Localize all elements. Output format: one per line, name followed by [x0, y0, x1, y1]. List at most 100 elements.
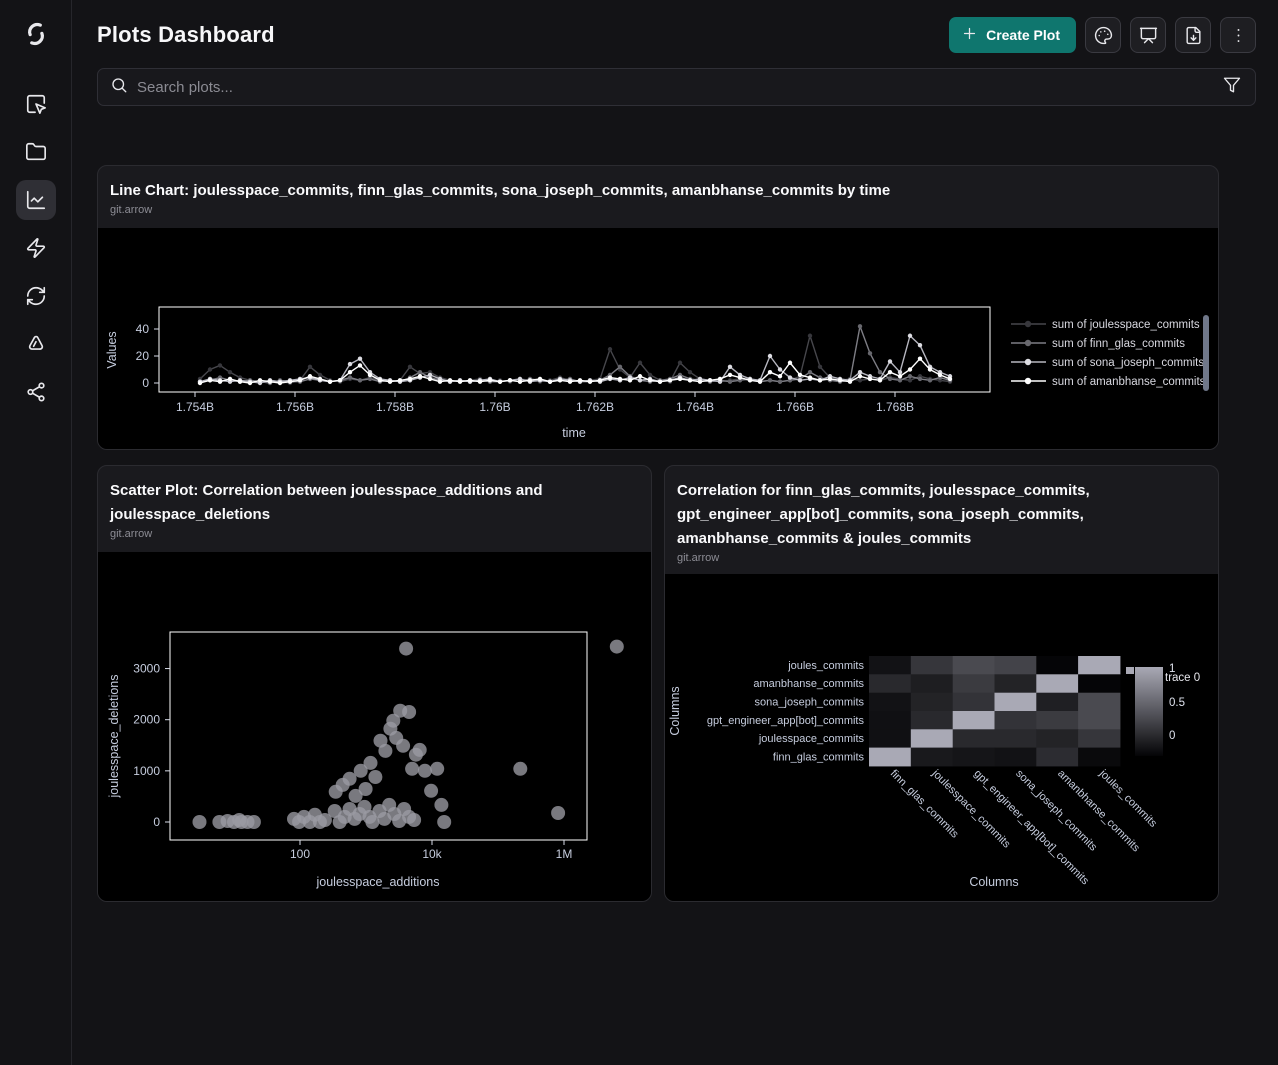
svg-text:Values: Values — [105, 331, 119, 368]
svg-text:trace 0: trace 0 — [1165, 672, 1200, 684]
heatmap-chart-canvas[interactable]: joules_commits amanbhanse_commits sona_jos… — [665, 574, 1218, 901]
scatter-chart-canvas[interactable]: 10010k1M0100020003000joulesspace_additio… — [98, 552, 651, 901]
plot-card-heatmap[interactable]: Correlation for finn_glas_commits, joule… — [664, 465, 1219, 902]
palette-icon — [1094, 26, 1113, 45]
svg-text:sum of finn_glas_commits: sum of finn_glas_commits — [1052, 338, 1185, 350]
lambda-icon — [25, 333, 47, 355]
filter-icon[interactable] — [1223, 76, 1241, 99]
more-button[interactable] — [1220, 17, 1256, 53]
folder-icon — [25, 141, 47, 163]
svg-text:amanbhanse_commits: amanbhanse_commits — [1055, 768, 1142, 855]
line-chart-svg: 1.754B 1.756B 1.758B 1.76B 1.762B 1.764B 1.766… — [98, 228, 1218, 449]
svg-text:gpt_engineer_app[bot]_commits: gpt_engineer_app[bot]_commits — [707, 715, 865, 727]
sidebar-item-share[interactable] — [16, 372, 56, 412]
svg-text:3000: 3000 — [133, 662, 160, 676]
sidebar-item-actions[interactable] — [16, 228, 56, 268]
theme-button[interactable] — [1085, 17, 1121, 53]
heatmap-chart-svg: joules_commits amanbhanse_commits sona_jos… — [665, 574, 1218, 901]
svg-text:joulesspace_commits: joulesspace_commits — [758, 733, 865, 745]
heatmap-cells — [869, 656, 1120, 766]
svg-text:Columns: Columns — [969, 875, 1018, 889]
plots-grid: Line Chart: joulesspace_commits, finn_gl… — [97, 165, 1219, 902]
svg-text:joulesspace_deletions: joulesspace_deletions — [107, 674, 121, 798]
card-title: Line Chart: joulesspace_commits, finn_gl… — [110, 179, 1206, 203]
search-input[interactable] — [137, 79, 1214, 96]
svg-text:2000: 2000 — [133, 713, 160, 727]
sidebar-item-plots[interactable] — [16, 180, 56, 220]
sidebar-item-select[interactable] — [16, 84, 56, 124]
card-title: Scatter Plot: Correlation between joules… — [110, 479, 639, 527]
create-plot-label: Create Plot — [986, 27, 1060, 43]
card-header: Correlation for finn_glas_commits, joule… — [665, 466, 1218, 574]
legend: sum of joulesspace_commitssum of finn_gl… — [1011, 319, 1206, 388]
colorbar — [1135, 667, 1163, 756]
svg-text:0: 0 — [142, 376, 149, 390]
svg-text:Columns: Columns — [668, 686, 682, 735]
svg-text:joulesspace_commits: joulesspace_commits — [929, 767, 1013, 851]
search-icon — [110, 76, 128, 99]
export-button[interactable] — [1175, 17, 1211, 53]
plus-icon — [961, 25, 978, 42]
zap-icon — [25, 237, 47, 259]
svg-text:1000: 1000 — [133, 764, 160, 778]
svg-text:1.762B: 1.762B — [576, 400, 614, 414]
sidebar-item-sync[interactable] — [16, 276, 56, 316]
search-icon — [110, 76, 128, 94]
svg-text:1.754B: 1.754B — [176, 400, 214, 414]
svg-text:1M: 1M — [556, 847, 573, 861]
svg-text:1.766B: 1.766B — [776, 400, 814, 414]
refresh-icon — [25, 285, 47, 307]
card-subtitle: git.arrow — [677, 552, 1206, 564]
svg-text:amanbhanse_commits: amanbhanse_commits — [753, 678, 864, 690]
header-actions: Create Plot — [949, 17, 1256, 53]
sidebar-item-functions[interactable] — [16, 324, 56, 364]
sidebar — [0, 0, 72, 1065]
file-download-icon — [1184, 26, 1203, 45]
scatter-points — [193, 640, 624, 829]
line-chart-canvas[interactable]: 1.754B 1.756B 1.758B 1.76B 1.762B 1.764B 1.766… — [98, 228, 1218, 449]
svg-text:1.764B: 1.764B — [676, 400, 714, 414]
app-logo[interactable] — [16, 14, 56, 54]
presentation-icon — [1139, 26, 1158, 45]
legend-scrollbar[interactable] — [1203, 315, 1209, 391]
present-button[interactable] — [1130, 17, 1166, 53]
chart-line-icon — [25, 189, 47, 211]
plot-card-scatter[interactable]: Scatter Plot: Correlation between joules… — [97, 465, 652, 902]
svg-text:0.5: 0.5 — [1169, 697, 1185, 709]
card-subtitle: git.arrow — [110, 528, 639, 540]
svg-text:joules_commits: joules_commits — [787, 660, 864, 672]
main-content: Plots Dashboard Create Plot Line Chart: … — [72, 0, 1278, 1065]
svg-text:1.76B: 1.76B — [479, 400, 510, 414]
svg-text:sum of sona_joseph_commits: sum of sona_joseph_commits — [1052, 357, 1204, 369]
scatter-chart-svg: 10010k1M0100020003000joulesspace_additio… — [98, 552, 651, 901]
svg-text:sona_joseph_commits: sona_joseph_commits — [755, 696, 865, 708]
svg-text:20: 20 — [136, 349, 150, 363]
card-title: Correlation for finn_glas_commits, joule… — [677, 479, 1206, 551]
swirl-logo — [21, 19, 51, 49]
header: Plots Dashboard Create Plot — [97, 17, 1256, 53]
svg-text:1.758B: 1.758B — [376, 400, 414, 414]
create-plot-button[interactable]: Create Plot — [949, 17, 1076, 53]
sidebar-nav — [16, 84, 56, 412]
share-icon — [25, 381, 47, 403]
svg-text:joulesspace_additions: joulesspace_additions — [315, 875, 439, 889]
svg-text:finn_glas_commits: finn_glas_commits — [773, 751, 865, 763]
svg-text:sum of joulesspace_commits: sum of joulesspace_commits — [1052, 319, 1200, 331]
plot-card-line[interactable]: Line Chart: joulesspace_commits, finn_gl… — [97, 165, 1219, 450]
svg-text:40: 40 — [136, 322, 150, 336]
page-title: Plots Dashboard — [97, 22, 275, 48]
search-bar — [97, 68, 1256, 106]
svg-text:1.768B: 1.768B — [876, 400, 914, 414]
sidebar-item-files[interactable] — [16, 132, 56, 172]
svg-text:sum of amanbhanse_commits: sum of amanbhanse_commits — [1052, 376, 1206, 388]
svg-text:1.756B: 1.756B — [276, 400, 314, 414]
svg-text:100: 100 — [290, 847, 310, 861]
square-pointer-icon — [25, 93, 47, 115]
card-subtitle: git.arrow — [110, 204, 1206, 216]
svg-text:0: 0 — [1169, 730, 1175, 742]
kebab-menu-icon — [1229, 26, 1248, 45]
trace-swatch — [1126, 667, 1134, 674]
card-header: Line Chart: joulesspace_commits, finn_gl… — [98, 166, 1218, 228]
svg-text:10k: 10k — [422, 847, 442, 861]
card-header: Scatter Plot: Correlation between joules… — [98, 466, 651, 552]
